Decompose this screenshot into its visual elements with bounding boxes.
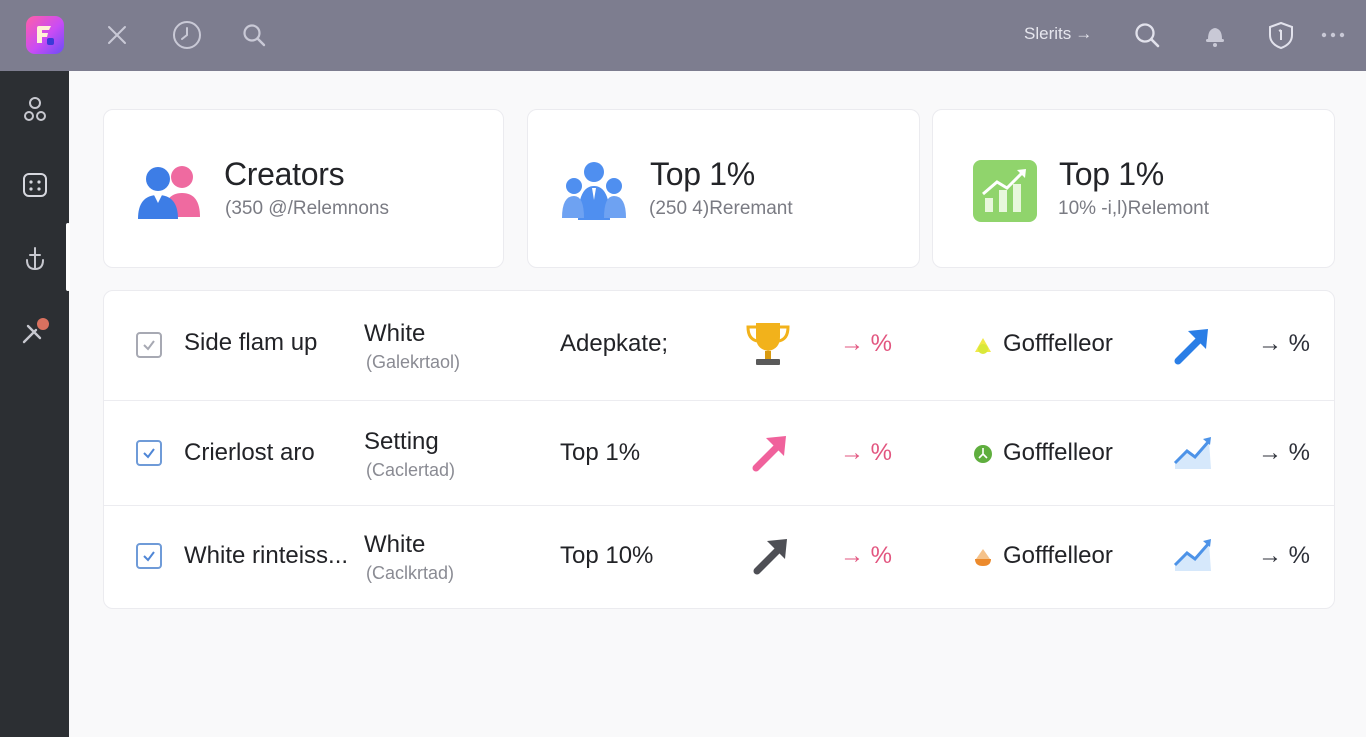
row-change-percent: → % bbox=[840, 542, 893, 569]
sidebar-item-people[interactable] bbox=[17, 91, 53, 127]
row-type: White bbox=[364, 531, 426, 558]
row-org: Gofffelleor bbox=[1003, 439, 1113, 466]
arrow-up-right-icon bbox=[744, 426, 796, 478]
trophy-icon bbox=[742, 318, 794, 370]
status-dot-icon bbox=[972, 443, 994, 465]
card-title: Top 1% bbox=[1059, 156, 1164, 192]
sidebar-item-dashboard[interactable] bbox=[17, 167, 53, 203]
row-name: Crierlost aro bbox=[184, 439, 315, 466]
search-icon[interactable] bbox=[239, 20, 269, 50]
card-subtitle: (350 @/Relemnons bbox=[225, 198, 389, 219]
arrow-up-right-icon bbox=[745, 529, 797, 581]
row-name: White rinteiss... bbox=[184, 542, 349, 569]
stat-card-creators[interactable]: Creators (350 @/Relemnons bbox=[103, 109, 504, 268]
card-subtitle: 10% -i,l)Relemont bbox=[1058, 198, 1209, 219]
row-name: Side flam up bbox=[184, 329, 318, 356]
row-type-sub: (Caclertad) bbox=[366, 460, 456, 480]
sidebar-active-indicator bbox=[66, 223, 70, 291]
sidebar bbox=[0, 71, 70, 737]
row-change-percent: → % bbox=[840, 330, 893, 357]
starts-link-label: Slerits bbox=[1024, 24, 1072, 43]
row-type-sub: (Caclkrtad) bbox=[366, 563, 455, 583]
table-row[interactable]: Side flam up White (Galekrtaol) Adepkate… bbox=[104, 291, 1334, 401]
card-subtitle: (250 4)Reremant bbox=[649, 198, 793, 219]
table-row[interactable]: White rinteiss... White (Caclkrtad) Top … bbox=[104, 506, 1334, 609]
stat-card-top-1-percent[interactable]: Top 1% (250 4)Reremant bbox=[527, 109, 920, 268]
search-icon[interactable] bbox=[1132, 20, 1162, 50]
row-change-percent-secondary: → % bbox=[1258, 330, 1311, 357]
users-group-icon bbox=[136, 157, 204, 225]
sidebar-item-anchor[interactable] bbox=[17, 241, 53, 277]
row-type: White bbox=[364, 320, 426, 347]
row-change-percent-secondary: → % bbox=[1258, 439, 1311, 466]
top-bar: Slerits → bbox=[0, 0, 1366, 71]
status-dot-icon bbox=[972, 546, 994, 568]
notification-bell-icon[interactable] bbox=[1200, 20, 1230, 50]
row-rank: Adepkate; bbox=[560, 330, 669, 357]
creators-table: Side flam up White (Galekrtaol) Adepkate… bbox=[103, 290, 1335, 609]
row-type-sub: (Galekrtaol) bbox=[366, 352, 461, 372]
starts-link[interactable]: Slerits → bbox=[1024, 24, 1092, 44]
close-icon[interactable] bbox=[102, 20, 132, 50]
row-org: Gofffelleor bbox=[1003, 542, 1113, 569]
trend-chart-icon bbox=[1168, 529, 1220, 581]
table-row[interactable]: Crierlost aro Setting (Caclertad) Top 1%… bbox=[104, 401, 1334, 506]
shield-icon[interactable] bbox=[1266, 20, 1296, 50]
row-checkbox[interactable] bbox=[136, 543, 162, 569]
clock-icon[interactable] bbox=[172, 20, 202, 50]
row-org: Gofffelleor bbox=[1003, 330, 1113, 357]
app-logo-icon[interactable] bbox=[26, 16, 64, 54]
arrow-right-icon: → bbox=[1075, 24, 1093, 43]
row-change-percent-secondary: → % bbox=[1258, 542, 1311, 569]
sidebar-item-tools[interactable] bbox=[17, 313, 53, 349]
card-title: Top 1% bbox=[650, 156, 755, 192]
row-type: Setting bbox=[364, 428, 439, 455]
stat-card-top-1-percent-growth[interactable]: Top 1% 10% -i,l)Relemont bbox=[932, 109, 1335, 268]
row-rank: Top 10% bbox=[560, 542, 654, 569]
row-change-percent: → % bbox=[840, 439, 893, 466]
status-dot-icon bbox=[972, 335, 994, 357]
row-checkbox[interactable] bbox=[136, 440, 162, 466]
arrow-up-right-icon bbox=[1166, 319, 1218, 371]
row-rank: Top 1% bbox=[560, 439, 641, 466]
more-options-icon[interactable] bbox=[1318, 20, 1348, 50]
card-title: Creators bbox=[224, 156, 345, 192]
row-checkbox[interactable] bbox=[136, 332, 162, 358]
trend-chart-icon bbox=[1168, 427, 1220, 479]
team-leader-icon bbox=[560, 157, 628, 225]
growth-chart-icon bbox=[971, 157, 1039, 225]
